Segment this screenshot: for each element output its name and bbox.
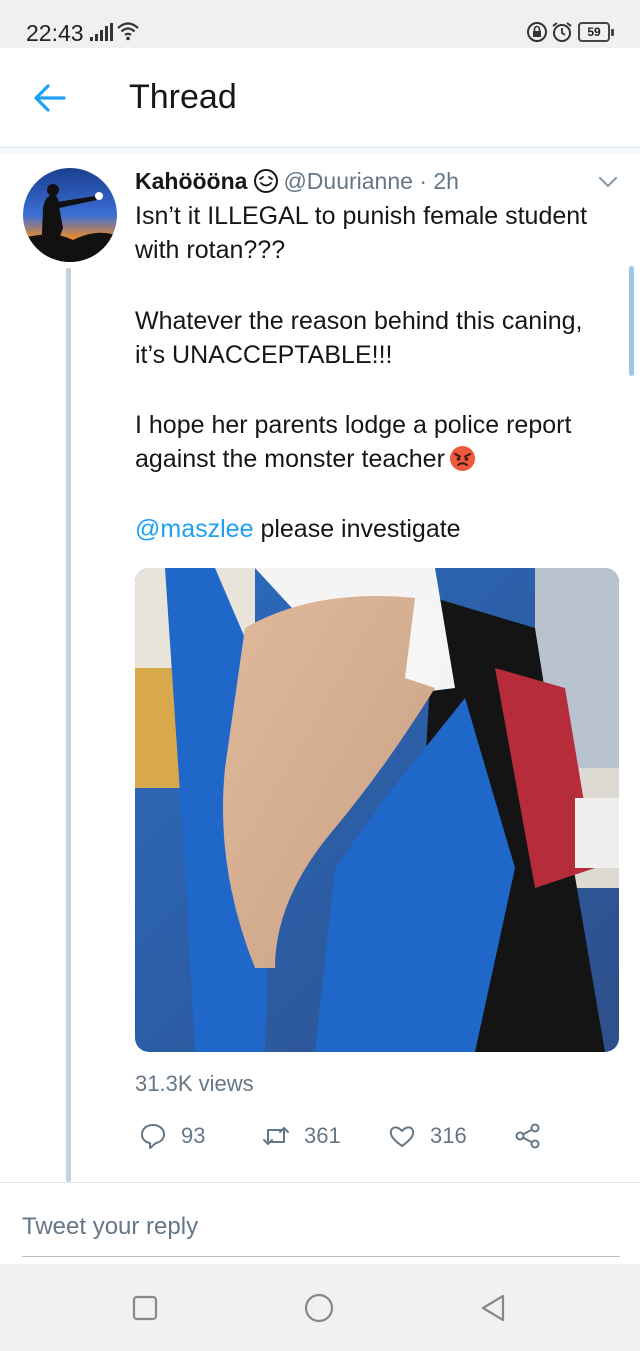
- mention-link[interactable]: @maszlee: [135, 515, 253, 543]
- reply-input[interactable]: [22, 1209, 620, 1257]
- signal-icon: [90, 23, 113, 41]
- reply-count: 93: [181, 1123, 206, 1148]
- like-button[interactable]: 316: [388, 1120, 467, 1152]
- thread-line: [66, 268, 71, 1182]
- angry-face-emoji-icon: [449, 446, 475, 471]
- retweet-count: 361: [304, 1123, 341, 1148]
- tweet-text-fragment: against the monster teacher: [135, 445, 445, 473]
- retweet-button[interactable]: 361: [262, 1120, 341, 1152]
- status-bar: 22:43 59: [0, 0, 640, 48]
- share-icon: [515, 1123, 540, 1149]
- author-handle[interactable]: @Duurianne: [283, 168, 412, 194]
- battery-icon: 59: [578, 22, 614, 42]
- tweet-meta: Kahöööna @Duurianne · 2h: [135, 168, 459, 195]
- avatar[interactable]: [23, 168, 117, 262]
- system-navigation-bar: [0, 1264, 640, 1351]
- emoji-badge-icon: [254, 169, 279, 193]
- alarm-icon: [552, 22, 572, 42]
- share-button[interactable]: [514, 1120, 542, 1152]
- tweet-text-line: I hope her parents lodge a police report: [135, 411, 572, 439]
- tweet-text-fragment: please investigate: [260, 515, 461, 543]
- reply-composer: [0, 1182, 640, 1264]
- tweet-text-line: Isn’t it ILLEGAL to punish female studen…: [135, 202, 588, 230]
- reply-icon: [141, 1124, 165, 1149]
- reply-button[interactable]: 93: [139, 1120, 205, 1152]
- tweet-text-line-with-emoji: against the monster teacher: [135, 442, 625, 476]
- tweet-text-line-mention: @maszlee please investigate: [135, 512, 625, 546]
- like-count: 316: [430, 1123, 467, 1148]
- tweet-time: 2h: [433, 168, 459, 194]
- header-divider: [0, 148, 640, 154]
- back-arrow-icon[interactable]: [30, 80, 70, 116]
- recent-apps-icon[interactable]: [129, 1292, 161, 1324]
- rotation-lock-icon: [527, 22, 547, 42]
- status-time: 22:43: [26, 20, 84, 46]
- back-triangle-icon[interactable]: [477, 1292, 509, 1324]
- retweet-icon: [263, 1127, 289, 1145]
- thread-header: Thread: [0, 48, 640, 148]
- home-icon[interactable]: [303, 1292, 335, 1324]
- tweet-text-line: with rotan???: [135, 236, 286, 264]
- scrollbar-thumb[interactable]: [629, 266, 634, 376]
- meta-separator: ·: [419, 168, 427, 194]
- page-title: Thread: [129, 78, 237, 116]
- author-name[interactable]: Kahöööna: [135, 168, 247, 194]
- wifi-icon: [117, 22, 139, 41]
- tweet-text-line: it’s UNACCEPTABLE!!!: [135, 341, 393, 369]
- tweet-text-line: Whatever the reason behind this caning,: [135, 307, 583, 335]
- chevron-down-icon[interactable]: [596, 172, 620, 192]
- video-thumbnail[interactable]: [135, 568, 619, 1052]
- heart-icon: [389, 1126, 415, 1147]
- view-count: 31.3K views: [135, 1071, 254, 1096]
